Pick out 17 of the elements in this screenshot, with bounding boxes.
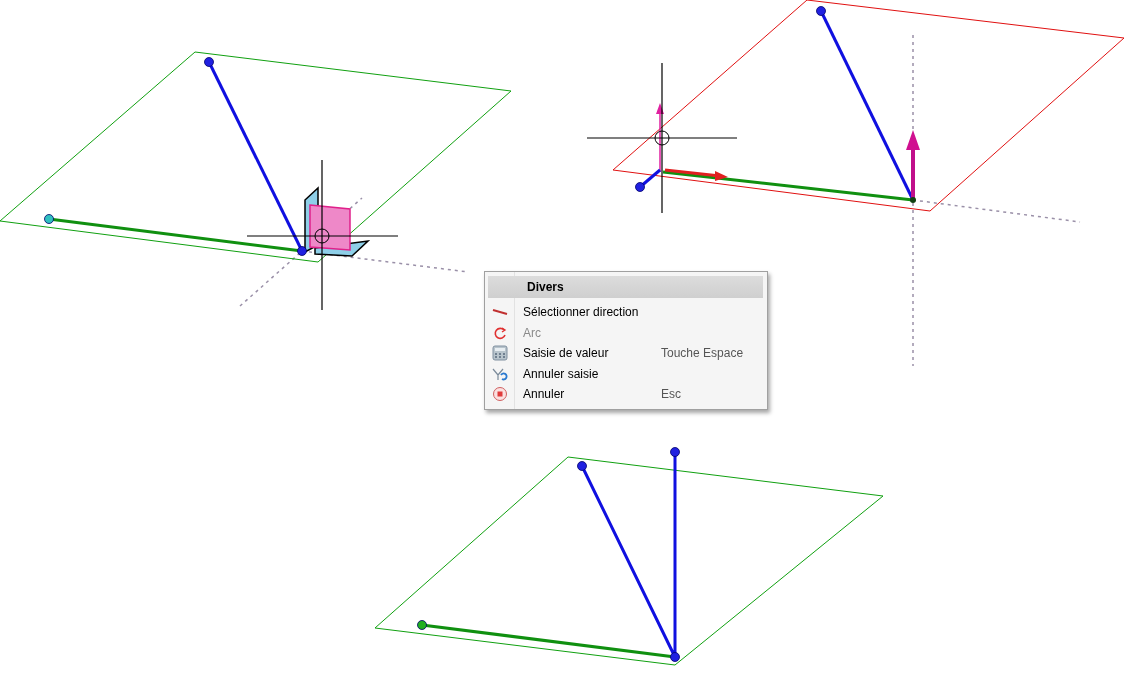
menu-item-label: Annuler saisie — [523, 366, 600, 381]
menu-item-label: Arc — [523, 325, 542, 340]
menu-item[interactable]: Annuler saisie — [485, 363, 767, 384]
menu-item[interactable]: Saisie de valeur Touche Espace — [485, 343, 767, 364]
stop-icon — [492, 386, 508, 403]
calculator-icon — [492, 345, 508, 362]
undo-icon — [492, 366, 508, 381]
menu-item-label: Sélectionner direction — [523, 305, 640, 320]
menu-item[interactable]: Annuler Esc — [485, 384, 767, 405]
arc-icon — [493, 325, 507, 340]
shortcut-text: Esc — [661, 387, 681, 402]
menu-item-label: Saisie de valeur — [523, 346, 610, 361]
shortcut-text: Touche Espace — [661, 346, 744, 361]
menu-item-label: Annuler — [523, 387, 566, 402]
line-icon — [492, 308, 508, 317]
menu-title: Divers — [527, 280, 564, 294]
menu-item[interactable]: Sélectionner direction — [485, 302, 767, 323]
